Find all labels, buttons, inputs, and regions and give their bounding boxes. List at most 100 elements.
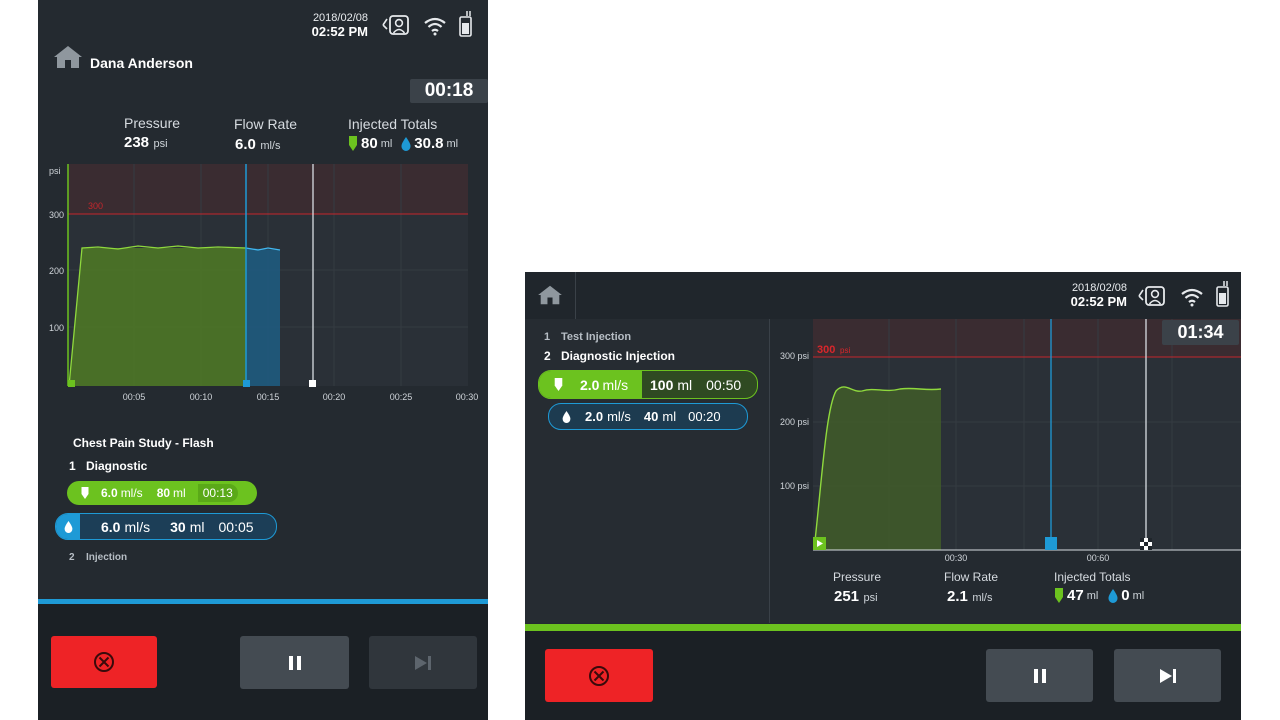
contrast-flow: 2.0 — [580, 376, 600, 393]
pressure-chart: 300 psi 300 200 100 00:05 00:10 00:15 00… — [49, 164, 479, 402]
phase-2-number: 2 — [69, 552, 75, 563]
patient-monitor-icon[interactable] — [381, 13, 411, 37]
contrast-start-marker-square — [68, 380, 75, 387]
saline-flow: 2.0 — [585, 409, 604, 424]
x-tick-label: 00:05 — [123, 392, 146, 402]
contrast-step-flow-block: 2.0 ml/s — [539, 371, 642, 398]
saline-duration: 00:20 — [688, 409, 721, 424]
x-tick-label: 00:30 — [456, 392, 479, 402]
flow-rate-label: Flow Rate — [944, 570, 999, 584]
drop-icon — [64, 520, 72, 533]
pressure-unit: psi — [153, 138, 168, 150]
y-tick-label: 200 — [49, 266, 64, 276]
flow-rate-label: Flow Rate — [234, 116, 298, 132]
checkered-flag-icon — [1140, 538, 1152, 550]
home-icon[interactable] — [536, 284, 564, 306]
end-marker-square — [309, 380, 316, 387]
saline-start-marker-square — [1045, 537, 1057, 550]
phase-1-number: 1 — [544, 331, 551, 343]
wifi-icon[interactable] — [1180, 287, 1204, 307]
patient-monitor-icon[interactable] — [1137, 284, 1167, 308]
stop-button[interactable] — [545, 649, 653, 702]
saline-start-marker-square — [243, 380, 250, 387]
protocol-title: Chest Pain Study - Flash — [73, 436, 214, 450]
saline-flow: 6.0 — [101, 518, 121, 535]
y-tick-label: 300 — [49, 210, 64, 220]
skip-next-button[interactable] — [369, 636, 477, 689]
pause-icon — [1033, 668, 1046, 683]
contrast-volume: 80 — [156, 486, 171, 500]
phase-1-name[interactable]: Diagnostic — [86, 459, 147, 473]
contrast-flow-unit: ml/s — [120, 486, 143, 500]
contrast-duration: 00:50 — [706, 376, 742, 393]
pressure-label: Pressure — [833, 570, 882, 584]
saline-total-unit: ml — [446, 137, 459, 150]
pressure-unit: psi — [863, 592, 878, 604]
contrast-step-pill[interactable]: 6.0 ml/s 80 ml 00:13 — [67, 481, 257, 505]
pressure-limit-unit: psi — [840, 346, 850, 355]
injected-totals-label: Injected Totals — [348, 116, 438, 132]
flow-rate-readout: 6.0 ml/s — [235, 136, 280, 154]
saline-volume-unit: ml — [189, 518, 205, 535]
x-tick-label: 00:30 — [945, 553, 968, 563]
saline-volume-unit: ml — [662, 409, 677, 424]
phase-1-number: 1 — [69, 459, 76, 473]
y-tick-label: 100 — [49, 323, 64, 333]
contrast-duration: 00:13 — [197, 484, 238, 502]
wifi-icon[interactable] — [423, 16, 447, 36]
x-tick-label: 00:60 — [1087, 553, 1110, 563]
status-bar: 2018/02/08 02:52 PM — [1047, 282, 1127, 309]
pause-button[interactable] — [986, 649, 1093, 702]
flow-rate-value: 6.0 — [235, 136, 256, 153]
saline-step-pill[interactable]: 2.0 ml/s 40 ml 00:20 — [548, 403, 748, 430]
syringe-icon — [81, 487, 89, 499]
saline-total-value: 0 — [1121, 587, 1130, 604]
home-icon[interactable] — [52, 44, 84, 70]
saline-phase-area — [246, 248, 280, 386]
contrast-flow-unit: ml/s — [602, 376, 629, 393]
phase-1-name[interactable]: Test Injection — [561, 331, 631, 343]
patient-name: Dana Anderson — [90, 55, 193, 71]
landscape-injector-screen: 2018/02/08 02:52 PM 1 Test Injection 2 D… — [525, 272, 1241, 720]
status-time: 02:52 PM — [311, 24, 368, 39]
pause-button[interactable] — [240, 636, 349, 689]
x-tick-label: 00:10 — [190, 392, 213, 402]
injection-progress-bar — [525, 624, 1241, 631]
skip-next-icon — [1159, 668, 1176, 683]
drop-icon — [401, 136, 411, 151]
skip-next-button[interactable] — [1114, 649, 1221, 702]
flow-rate-value: 2.1 — [947, 588, 968, 605]
phase-2-name[interactable]: Injection — [86, 552, 127, 563]
status-bar: 2018/02/08 02:52 PM — [288, 12, 368, 39]
stop-button[interactable] — [51, 636, 157, 688]
contrast-volume: 100 — [650, 376, 674, 393]
pressure-label: Pressure — [124, 115, 181, 131]
contrast-total-value: 47 — [1067, 587, 1084, 604]
status-date: 2018/02/08 — [312, 12, 368, 24]
contrast-volume-unit: ml — [173, 486, 186, 500]
contrast-flow: 6.0 — [101, 486, 118, 500]
elapsed-timer: 01:34 — [1162, 320, 1239, 345]
battery-icon[interactable] — [1215, 280, 1231, 308]
injected-totals-readout: 80 ml 30.8 ml — [348, 135, 458, 152]
y-axis-unit: psi — [49, 166, 61, 176]
elapsed-timer: 00:18 — [410, 79, 488, 103]
pause-icon — [288, 655, 301, 670]
phase-2-name[interactable]: Diagnostic Injection — [561, 349, 675, 363]
battery-icon[interactable] — [458, 10, 474, 38]
contrast-total-unit: ml — [380, 137, 393, 150]
portrait-injector-screen: 2018/02/08 02:52 PM Dana Anderson 00:18 … — [38, 0, 488, 720]
saline-total-unit: ml — [1132, 589, 1145, 602]
contrast-step-pill[interactable]: 2.0 ml/s 100 ml 00:50 — [538, 370, 758, 399]
drop-icon — [1108, 588, 1118, 603]
saline-duration: 00:05 — [218, 518, 254, 535]
syringe-icon — [554, 378, 563, 391]
pressure-limit-label: 300 — [88, 201, 103, 211]
contrast-total-value: 80 — [361, 135, 378, 152]
x-tick-label: 00:25 — [390, 392, 413, 402]
contrast-phase-area — [814, 386, 941, 550]
saline-step-pill[interactable]: 6.0 ml/s 30 ml 00:05 — [55, 513, 277, 540]
pressure-value: 251 — [834, 588, 860, 605]
pressure-value: 238 — [124, 134, 150, 151]
saline-flow-unit: ml/s — [607, 409, 631, 424]
